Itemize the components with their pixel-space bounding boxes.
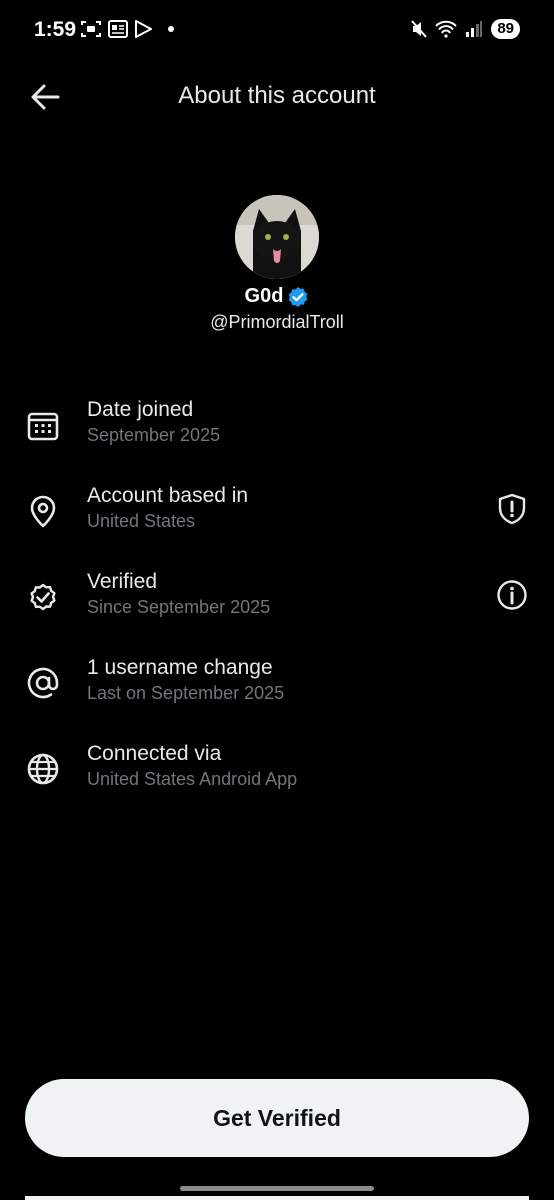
handle: @PrimordialTroll: [210, 312, 344, 332]
status-time: 1:59: [34, 18, 77, 41]
status-bar: 1:59 89: [0, 0, 554, 62]
name-row: G0d: [0, 285, 554, 308]
info-row-title: Account based in: [87, 484, 249, 507]
info-row-subtitle: Since September 2025: [87, 597, 271, 617]
calendar-icon: [27, 412, 59, 441]
status-left-icons: [80, 20, 174, 38]
status-right-icons: 89: [411, 19, 520, 39]
info-row-subtitle: United States Android App: [87, 769, 298, 789]
info-row-date-joined: Date joined September 2025: [0, 395, 554, 481]
info-list: Date joined September 2025 Account based…: [0, 395, 554, 825]
page-title: About this account: [178, 82, 376, 109]
globe-icon: [27, 753, 59, 785]
location-pin-icon: [30, 495, 56, 528]
cat-avatar-image: [235, 195, 319, 279]
bottom-strip: [25, 1196, 529, 1200]
info-row-title: 1 username change: [87, 656, 273, 679]
info-row-connected-via: Connected via United States Android App: [0, 739, 554, 825]
news-icon: [108, 20, 128, 38]
wifi-icon: [435, 20, 458, 38]
display-name: G0d: [244, 285, 284, 307]
info-row-title: Verified: [87, 570, 158, 593]
signal-icon: [466, 21, 483, 37]
info-row-subtitle: United States: [87, 511, 196, 531]
verified-badge-icon: [289, 286, 308, 307]
verified-outline-icon: [30, 583, 56, 611]
header: About this account: [0, 70, 554, 126]
play-store-icon: [135, 20, 152, 38]
gesture-nav-handle[interactable]: [180, 1186, 374, 1191]
info-row-account-based-in: Account based in United States: [0, 481, 554, 567]
info-row-verified: Verified Since September 2025: [0, 567, 554, 653]
at-icon: [27, 667, 59, 699]
profile-section: G0d @PrimordialTroll: [0, 195, 554, 333]
battery-icon: 89: [491, 19, 520, 39]
shield-alert-icon[interactable]: [496, 493, 528, 525]
mute-icon: [411, 20, 428, 38]
info-icon[interactable]: [496, 579, 528, 611]
get-verified-button[interactable]: Get Verified: [25, 1079, 529, 1157]
info-row-title: Date joined: [87, 398, 194, 421]
info-row-title: Connected via: [87, 742, 222, 765]
info-row-subtitle: Last on September 2025: [87, 683, 285, 703]
avatar[interactable]: [235, 195, 319, 279]
screenshot-icon: [81, 21, 101, 37]
info-row-username-change: 1 username change Last on September 2025: [0, 653, 554, 739]
notification-dot: [168, 26, 174, 32]
info-row-subtitle: September 2025: [87, 425, 221, 445]
